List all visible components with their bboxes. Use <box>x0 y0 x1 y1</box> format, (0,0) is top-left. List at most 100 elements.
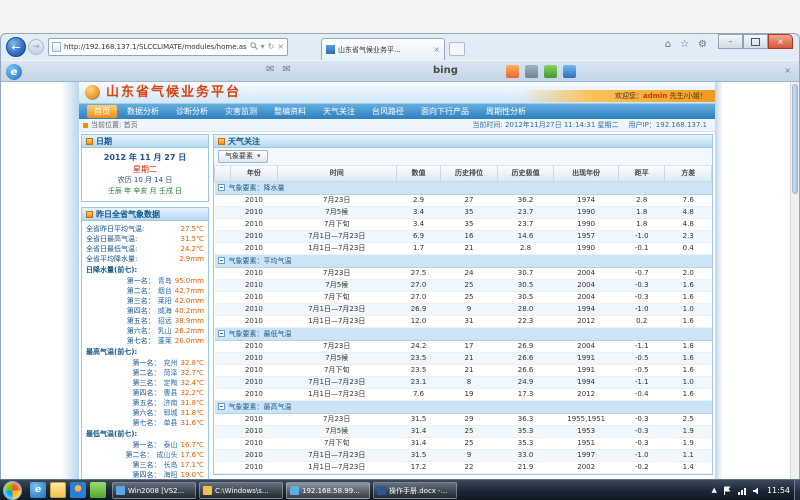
nav-item[interactable]: 台风路径 <box>365 105 411 118</box>
station-name[interactable]: 乳山 <box>158 326 172 336</box>
table-row[interactable]: 20107月1日—7月23日26.9928.01994-1.01.0 <box>215 303 712 315</box>
table-group-row[interactable]: 气象要素：降水量 <box>215 181 712 194</box>
viewport-scrollbar[interactable] <box>790 82 799 481</box>
table-row[interactable]: 20107月23日24.21726.92004-1.11.8 <box>215 340 712 352</box>
flag-icon[interactable] <box>722 481 732 500</box>
nav-item[interactable]: 数据分析 <box>120 105 166 118</box>
nav-item[interactable]: 整编资料 <box>267 105 313 118</box>
table-row[interactable]: 20101月1日—7月23日12.03122.320120.21.6 <box>215 315 712 327</box>
table-group-row[interactable]: 气象要素：平均气温 <box>215 254 712 267</box>
station-name[interactable]: 郓城 <box>164 408 178 418</box>
nav-item[interactable]: 周期性分析 <box>479 105 533 118</box>
toolbar-close-icon[interactable] <box>784 66 791 75</box>
station-name[interactable]: 蓬莱 <box>158 336 172 346</box>
station-name[interactable]: 长岛 <box>164 460 178 470</box>
ie-taskbar-icon[interactable]: e <box>30 482 46 498</box>
column-header[interactable]: 方差 <box>665 166 712 181</box>
table-row[interactable]: 20107月1日—7月23日23.1824.91994-1.11.0 <box>215 376 712 388</box>
table-group-row[interactable]: 气象要素：最低气温 <box>215 327 712 340</box>
show-hidden-icons[interactable] <box>712 487 717 494</box>
station-name[interactable]: 曹县 <box>164 388 178 398</box>
column-header[interactable]: 距平 <box>619 166 665 181</box>
nav-item[interactable]: 天气关注 <box>316 105 362 118</box>
table-row[interactable]: 20107月1日—7月23日6.91614.61957-1.02.3 <box>215 230 712 242</box>
table-row[interactable]: 20107月下旬31.42535.31951-0.31.9 <box>215 437 712 449</box>
station-name[interactable]: 烟台 <box>158 286 172 296</box>
table-row[interactable]: 20101月1日—7月23日7.61917.32012-0.41.6 <box>215 388 712 400</box>
taskbar-clock[interactable]: 11:54 <box>767 486 790 495</box>
mail-icon[interactable] <box>282 65 290 75</box>
maximize-button[interactable] <box>743 34 768 49</box>
taskbar-window-button[interactable]: C:\Windows\s... <box>199 482 283 499</box>
station-name[interactable]: 泰山 <box>164 440 178 450</box>
minimize-button[interactable] <box>718 34 743 49</box>
bing-logo[interactable]: bing <box>433 65 458 76</box>
gear-icon[interactable] <box>698 40 707 50</box>
scrollbar-thumb[interactable] <box>792 84 798 194</box>
station-name[interactable]: 莱阳 <box>158 296 172 306</box>
collapse-icon[interactable] <box>218 257 225 264</box>
show-desktop-button[interactable] <box>794 480 800 500</box>
table-row[interactable]: 20107月5候3.43523.719901.84.8 <box>215 206 712 218</box>
column-header[interactable]: 出现年份 <box>554 166 619 181</box>
table-group-row[interactable]: 气象要素：最高气温 <box>215 400 712 413</box>
table-row[interactable]: 20107月下旬23.52126.61991-0.51.6 <box>215 364 712 376</box>
table-row[interactable]: 20107月5候23.52126.61991-0.51.6 <box>215 352 712 364</box>
network-icon[interactable] <box>737 481 747 500</box>
station-name[interactable]: 济南 <box>164 398 178 408</box>
table-row[interactable]: 20107月23日31.52936.31955,1951-0.32.5 <box>215 413 712 425</box>
column-header[interactable]: 数值 <box>396 166 440 181</box>
table-row[interactable]: 20107月23日27.52430.72004-0.72.0 <box>215 267 712 279</box>
toolbar-icon[interactable] <box>506 65 519 78</box>
column-header[interactable]: 历史排位 <box>441 166 498 181</box>
toolbar-icon[interactable] <box>563 65 576 78</box>
station-name[interactable]: 成山头 <box>157 450 178 460</box>
table-row[interactable]: 20107月下旬3.43523.719901.84.8 <box>215 218 712 230</box>
station-name[interactable]: 定陶 <box>164 378 178 388</box>
home-icon[interactable] <box>665 40 671 50</box>
nav-item[interactable]: 诊断分析 <box>169 105 215 118</box>
app-taskbar-icon[interactable] <box>90 482 106 498</box>
table-row[interactable]: 20101月1日—7月23日1.7212.81990-0.10.4 <box>215 242 712 254</box>
station-name[interactable]: 菏泽 <box>164 368 178 378</box>
explorer-taskbar-icon[interactable] <box>50 482 66 498</box>
column-header[interactable]: 时间 <box>277 166 396 181</box>
volume-icon[interactable] <box>752 481 762 500</box>
browser-tab[interactable]: 山东省气候业务平... <box>321 38 445 60</box>
taskbar-window-button[interactable]: Win2008 [VS2... <box>112 482 196 499</box>
collapse-icon[interactable] <box>218 330 225 337</box>
station-name[interactable]: 青岛 <box>158 276 172 286</box>
table-row[interactable]: 20107月5候27.02530.52004-0.31.6 <box>215 279 712 291</box>
station-name[interactable]: 单县 <box>164 418 178 428</box>
table-row[interactable]: 20107月5候31.42535.31953-0.31.9 <box>215 425 712 437</box>
table-row[interactable]: 20107月下旬27.02530.52004-0.31.6 <box>215 291 712 303</box>
nav-item[interactable]: 灾害监测 <box>218 105 264 118</box>
taskbar-window-button[interactable]: 192.168.58.99... <box>286 482 370 499</box>
mail-icon[interactable] <box>266 65 274 75</box>
search-dropdown-icon[interactable] <box>261 43 265 51</box>
collapse-icon[interactable] <box>218 184 225 191</box>
column-header[interactable]: 历史极值 <box>497 166 554 181</box>
back-button[interactable] <box>6 37 26 57</box>
start-button[interactable] <box>3 481 22 500</box>
nav-item[interactable]: 面向下行产品 <box>414 105 476 118</box>
collapse-icon[interactable] <box>218 403 225 410</box>
station-name[interactable]: 威海 <box>158 306 172 316</box>
tab-close-icon[interactable] <box>433 45 440 54</box>
refresh-icon[interactable] <box>268 43 275 51</box>
search-icon[interactable] <box>250 42 258 52</box>
stop-icon[interactable] <box>277 43 284 51</box>
address-bar[interactable]: http://192.168.137.1/SLCCLIMATE/modules/… <box>48 38 288 56</box>
favorites-icon[interactable] <box>680 40 689 50</box>
table-row[interactable]: 20107月23日2.92736.219742.87.6 <box>215 194 712 206</box>
media-player-taskbar-icon[interactable] <box>70 482 86 498</box>
table-row[interactable]: 20107月1日—7月23日31.5933.01997-1.01.1 <box>215 449 712 461</box>
new-tab-button[interactable] <box>449 42 465 56</box>
ie-logo-icon[interactable]: e <box>6 64 22 80</box>
station-name[interactable]: 招远 <box>158 316 172 326</box>
forward-button[interactable] <box>28 39 44 55</box>
station-name[interactable]: 兖州 <box>164 358 178 368</box>
column-header[interactable]: 年份 <box>231 166 277 181</box>
close-button[interactable] <box>768 34 793 49</box>
nav-item[interactable]: 首页 <box>87 105 117 118</box>
